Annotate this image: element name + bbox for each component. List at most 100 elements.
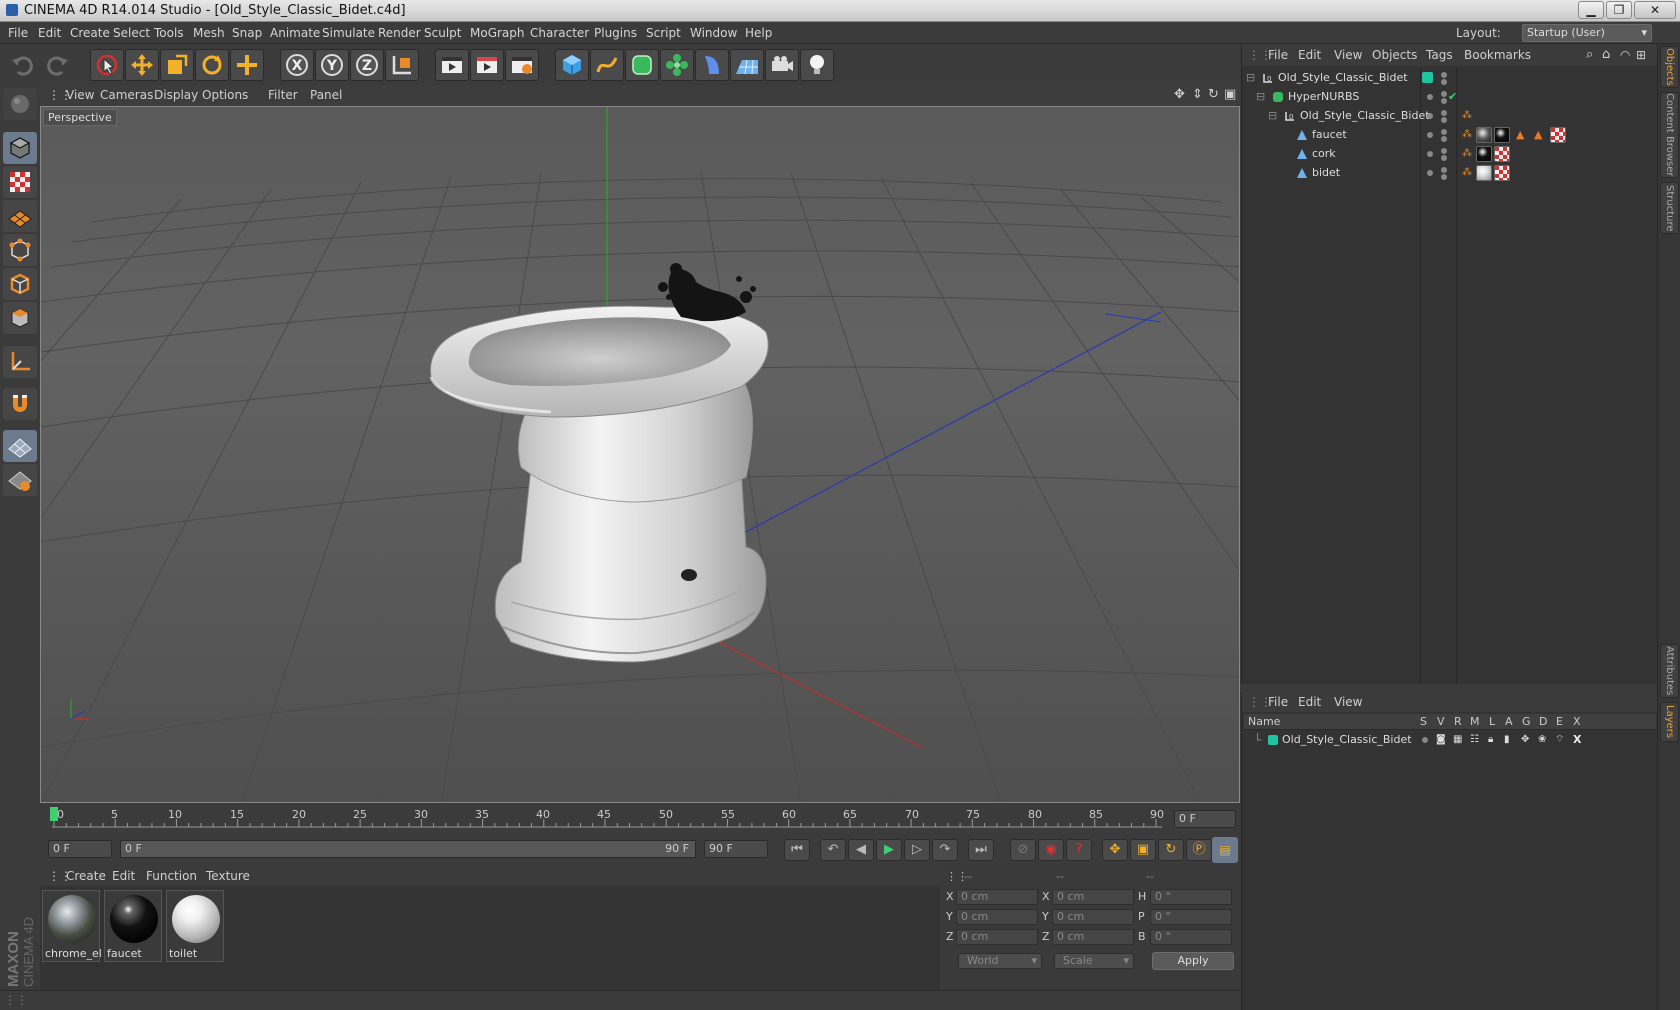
viewport-move-icon[interactable]: ✥ (1174, 85, 1185, 105)
size-y-field[interactable]: 0 cm (1052, 909, 1134, 925)
layer-col-r[interactable]: R (1454, 714, 1462, 730)
new-window-icon[interactable]: ⊞ (1636, 44, 1646, 66)
render-picture-viewer-button[interactable] (470, 49, 504, 81)
make-editable-button[interactable] (3, 88, 37, 120)
menu-script[interactable]: Script (646, 22, 681, 44)
editor-visibility-dot[interactable] (1441, 72, 1447, 78)
object-menu-view[interactable]: View (1334, 44, 1362, 66)
render-visibility-dot[interactable] (1441, 117, 1447, 123)
viewport-menu-options[interactable]: Options (202, 85, 248, 105)
menu-character[interactable]: Character (530, 22, 589, 44)
animation-icon[interactable]: ▮ (1504, 731, 1510, 749)
rotate-button[interactable] (195, 49, 229, 81)
menu-animate[interactable]: Animate (270, 22, 320, 44)
menu-plugins[interactable]: Plugins (594, 22, 637, 44)
deformer-button[interactable] (695, 49, 729, 81)
material-swatch[interactable]: toilet (166, 890, 224, 962)
key-parameter-button[interactable]: Ⓟ (1186, 839, 1212, 861)
tab-structure[interactable]: Structure (1660, 182, 1679, 234)
xref-icon[interactable]: X (1573, 731, 1581, 749)
axis-mode-button[interactable] (3, 346, 37, 378)
material-swatch[interactable]: faucet (104, 890, 162, 962)
menu-mograph[interactable]: MoGraph (470, 22, 525, 44)
goto-start-button[interactable]: ⏮ (784, 839, 810, 861)
layer-solo-toggle[interactable] (1422, 737, 1428, 743)
layer-col-d[interactable]: D (1539, 714, 1547, 730)
uvw-tag-icon[interactable] (1494, 146, 1510, 162)
polygons-mode-button[interactable] (3, 302, 37, 334)
play-button[interactable]: ▶ (876, 839, 902, 861)
menu-edit[interactable]: Edit (38, 22, 61, 44)
layer-color-swatch[interactable] (1422, 72, 1433, 83)
menu-render[interactable]: Render (378, 22, 421, 44)
viewport-rotate-icon[interactable]: ↻ (1208, 85, 1219, 105)
key-rotation-button[interactable]: ↻ (1158, 839, 1184, 861)
keyframe-selection-button[interactable]: ? (1066, 839, 1092, 861)
layer-col-a[interactable]: A (1505, 714, 1513, 730)
deformer-icon[interactable]: ❀ (1538, 731, 1546, 749)
layer-menu-edit[interactable]: Edit (1298, 692, 1321, 712)
restore-button[interactable]: ❐ (1606, 1, 1632, 19)
tree-item[interactable]: ⊟ HyperNURBS ✔ (1242, 87, 1658, 107)
editor-visibility-dot[interactable] (1427, 151, 1433, 157)
generator-icon[interactable]: ✥ (1521, 731, 1529, 749)
apply-button[interactable]: Apply (1152, 952, 1234, 970)
layer-col-s[interactable]: S (1420, 714, 1427, 730)
material-swatch[interactable]: chrome_ele (42, 890, 101, 962)
tab-content-browser[interactable]: Content Browser (1660, 92, 1679, 178)
texture-mode-button[interactable] (3, 166, 37, 198)
render-settings-button[interactable] (505, 49, 539, 81)
render-visibility-dot[interactable] (1441, 155, 1447, 161)
menu-mesh[interactable]: Mesh (193, 22, 225, 44)
collapse-icon[interactable]: ⊟ (1256, 87, 1265, 107)
viewport-menu-cameras[interactable]: Cameras (100, 85, 153, 105)
phong-tag-icon[interactable]: ⁂ (1462, 125, 1472, 145)
object-menu-edit[interactable]: Edit (1298, 44, 1321, 66)
material-menu-edit[interactable]: Edit (112, 866, 135, 886)
viewport-menu-panel[interactable]: Panel (310, 85, 342, 105)
menu-select[interactable]: Select (113, 22, 150, 44)
perspective-viewport[interactable]: Perspective (40, 106, 1240, 803)
size-x-field[interactable]: 0 cm (1052, 889, 1134, 905)
collapse-icon[interactable]: ⊟ (1268, 106, 1277, 126)
close-button[interactable]: ✕ (1634, 1, 1676, 19)
menu-sculpt[interactable]: Sculpt (424, 22, 461, 44)
minimize-button[interactable]: ▁ (1578, 1, 1604, 19)
material-tag-icon[interactable] (1476, 127, 1492, 143)
layer-col-m[interactable]: M (1470, 714, 1480, 730)
position-x-field[interactable]: 0 cm (956, 889, 1038, 905)
z-axis-button[interactable]: Z (350, 49, 384, 81)
layer-color-swatch[interactable] (1268, 735, 1278, 745)
tab-layers[interactable]: Layers (1660, 702, 1679, 742)
search-icon[interactable]: ⌕ (1586, 44, 1593, 66)
snap-lock-button[interactable] (3, 464, 37, 496)
render-view-button[interactable] (435, 49, 469, 81)
floor-button[interactable] (730, 49, 764, 81)
viewport-menu-filter[interactable]: Filter (268, 85, 298, 105)
coordinate-mode-dropdown[interactable]: Scale ▾ (1054, 953, 1134, 969)
eye-icon[interactable]: ◠ (1620, 44, 1630, 66)
x-axis-button[interactable]: X (280, 49, 314, 81)
menu-simulate[interactable]: Simulate (322, 22, 375, 44)
editor-visibility-dot[interactable] (1427, 113, 1433, 119)
editor-visibility-dot[interactable] (1427, 132, 1433, 138)
next-frame-button[interactable]: ▷ (904, 839, 930, 861)
layer-row[interactable]: └ Old_Style_Classic_Bidet ◙ ▦ ☷ 🔒︎ ▮ ✥ ❀… (1244, 731, 1656, 749)
next-keyframe-button[interactable]: ↷ (932, 839, 958, 861)
render-visibility-dot[interactable] (1441, 98, 1447, 104)
lock-icon[interactable]: 🔒︎ (1488, 731, 1493, 749)
timeline-toggle-button[interactable]: ▤ (1212, 837, 1238, 863)
snap-grid-button[interactable] (3, 430, 37, 462)
rotation-b-field[interactable]: 0 ° (1150, 929, 1232, 945)
rotation-p-field[interactable]: 0 ° (1150, 909, 1232, 925)
frame-range-slider[interactable]: 0 F 90 F (120, 840, 696, 858)
move-button[interactable] (125, 49, 159, 81)
phong-tag-icon[interactable]: ⁂ (1462, 163, 1472, 183)
previous-frame-button[interactable]: ◀ (848, 839, 874, 861)
nurbs-button[interactable] (625, 49, 659, 81)
uvw-tag-icon[interactable] (1494, 165, 1510, 181)
render-icon[interactable]: ▦ (1453, 731, 1462, 749)
viewport-maximize-icon[interactable]: ▣ (1224, 85, 1236, 105)
menu-create[interactable]: Create (70, 22, 110, 44)
coordinate-space-dropdown[interactable]: World ▾ (958, 953, 1042, 969)
